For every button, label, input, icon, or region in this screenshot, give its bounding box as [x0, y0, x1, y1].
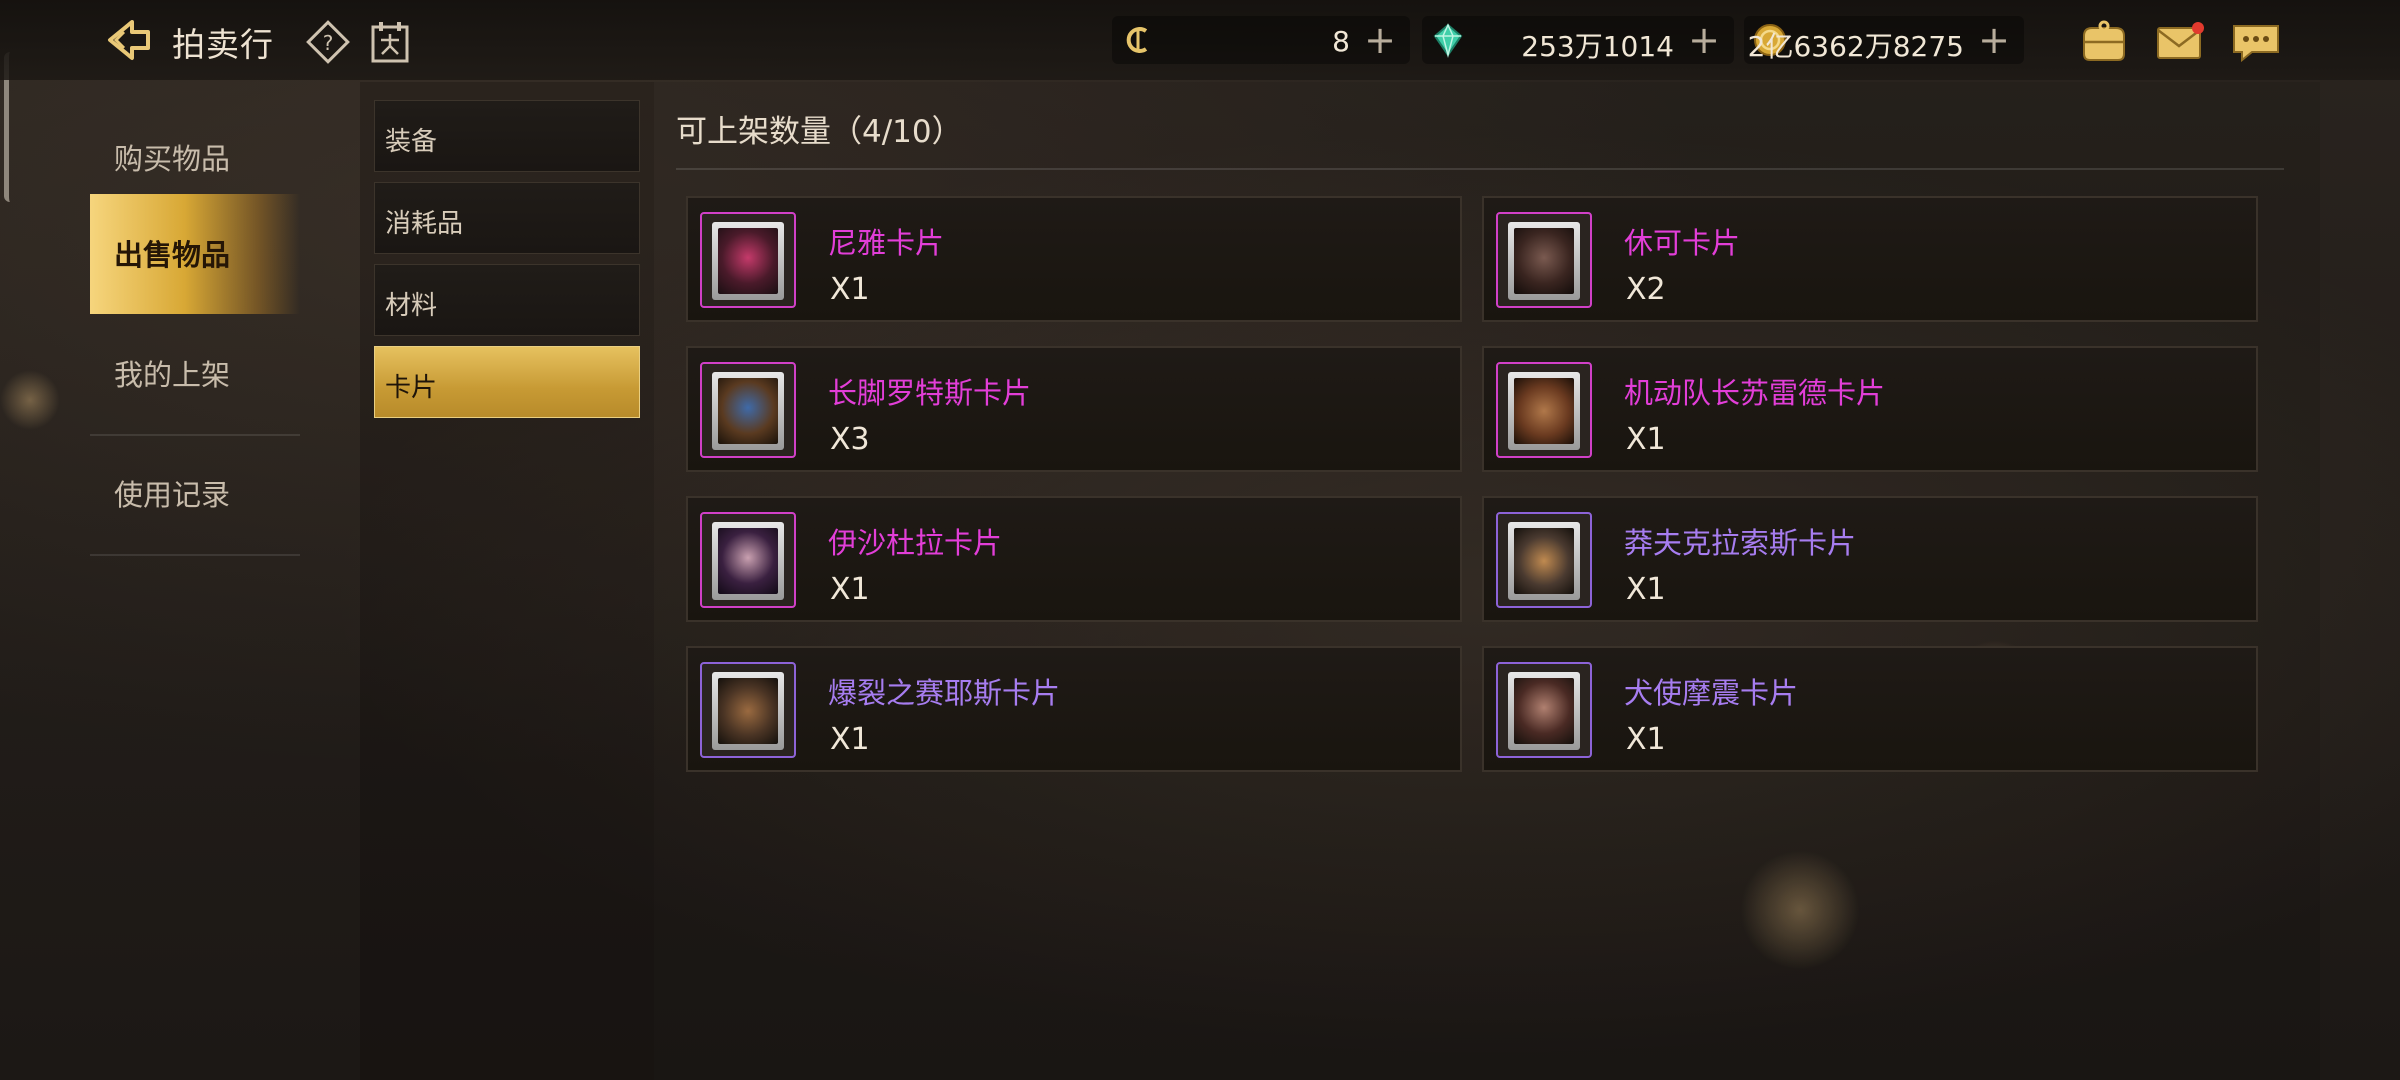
wallet-button[interactable] [2078, 20, 2130, 64]
card-name: 犬使摩震卡片 [1624, 676, 1799, 710]
card-thumbnail [700, 512, 796, 608]
diamond-value: 253万1014 [1521, 30, 1674, 63]
card-name: 莽夫克拉索斯卡片 [1624, 526, 1857, 560]
card-thumbnail [1496, 362, 1592, 458]
category-cards[interactable]: 卡片 [374, 346, 640, 418]
calendar-icon [371, 22, 409, 63]
coupon-add-button[interactable]: + [1364, 18, 1396, 62]
coupon-value: 8 [1332, 25, 1350, 58]
menu-item-label: 出售物品 [114, 238, 231, 272]
menu-usage-records[interactable]: 使用记录 [90, 434, 300, 554]
card-quantity: X1 [830, 272, 870, 307]
page-title: 拍卖行 [172, 25, 274, 64]
help-button[interactable]: ? [306, 20, 350, 64]
card-quantity: X1 [1626, 722, 1666, 757]
card-name: 伊沙杜拉卡片 [828, 526, 1003, 560]
diamond-icon [1430, 22, 1466, 58]
menu-sell-items[interactable]: 出售物品 [90, 194, 300, 314]
card-thumbnail [1496, 212, 1592, 308]
svg-text:?: ? [323, 31, 334, 55]
diamond-resource: 253万1014 + [1422, 16, 1734, 64]
card-portrait [1514, 528, 1574, 594]
top-bar: 拍卖行 ? 8 + 253万1014 + 2亿6362万8275 + [0, 0, 2400, 80]
card-item[interactable]: 犬使摩震卡片 X1 [1482, 646, 2258, 772]
calendar-button[interactable] [370, 20, 410, 64]
chat-icon [2233, 25, 2279, 63]
card-quantity: X1 [1626, 422, 1666, 457]
card-name: 尼雅卡片 [828, 226, 945, 260]
mail-button[interactable] [2154, 20, 2206, 64]
category-label: 装备 [385, 127, 438, 157]
back-arrow-icon [108, 20, 150, 60]
diamond-add-button[interactable]: + [1688, 18, 1720, 62]
card-item[interactable]: 机动队长苏雷德卡片 X1 [1482, 346, 2258, 472]
help-icon: ? [306, 20, 350, 64]
card-portrait [1514, 678, 1574, 744]
card-thumbnail [1496, 662, 1592, 758]
card-portrait [718, 228, 778, 294]
menu-my-listings[interactable]: 我的上架 [90, 314, 300, 434]
card-quantity: X1 [830, 722, 870, 757]
gold-add-button[interactable]: + [1978, 18, 2010, 62]
card-portrait [718, 378, 778, 444]
card-item[interactable]: 长脚罗特斯卡片 X3 [686, 346, 1462, 472]
category-materials[interactable]: 材料 [374, 264, 640, 336]
category-column: 装备 消耗品 材料 卡片 [360, 82, 654, 1080]
category-equipment[interactable]: 装备 [374, 100, 640, 172]
card-thumbnail [700, 212, 796, 308]
card-name: 爆裂之赛耶斯卡片 [828, 676, 1061, 710]
card-name: 机动队长苏雷德卡片 [1624, 376, 1886, 410]
card-name: 长脚罗特斯卡片 [828, 376, 1032, 410]
card-item[interactable]: 尼雅卡片 X1 [686, 196, 1462, 322]
category-label: 材料 [385, 291, 438, 321]
card-item[interactable]: 伊沙杜拉卡片 X1 [686, 496, 1462, 622]
mail-icon [2157, 22, 2204, 59]
card-quantity: X2 [1626, 272, 1666, 307]
card-thumbnail [1496, 512, 1592, 608]
category-consumables[interactable]: 消耗品 [374, 182, 640, 254]
card-quantity: X3 [830, 422, 870, 457]
card-thumbnail [700, 362, 796, 458]
card-portrait [1514, 228, 1574, 294]
wallet-icon [2083, 20, 2125, 61]
card-quantity: X1 [830, 572, 870, 607]
card-portrait [718, 528, 778, 594]
category-label: 卡片 [385, 373, 438, 403]
menu-item-label: 我的上架 [114, 358, 231, 392]
gold-value: 2亿6362万8275 [1747, 30, 1964, 63]
card-item[interactable]: 休可卡片 X2 [1482, 196, 2258, 322]
menu-item-label: 使用记录 [114, 478, 231, 512]
bg-glow [0, 370, 60, 430]
gold-resource: 2亿6362万8275 + [1744, 16, 2024, 64]
card-quantity: X1 [1626, 572, 1666, 607]
card-portrait [1514, 378, 1574, 444]
card-portrait [718, 678, 778, 744]
menu-divider [90, 554, 300, 556]
category-label: 消耗品 [385, 209, 464, 239]
back-button[interactable] [102, 16, 154, 64]
card-item[interactable]: 爆裂之赛耶斯卡片 X1 [686, 646, 1462, 772]
card-thumbnail [700, 662, 796, 758]
menu-item-label: 购买物品 [114, 142, 231, 176]
chat-button[interactable] [2230, 20, 2282, 64]
title-divider [676, 168, 2284, 170]
card-item[interactable]: 莽夫克拉索斯卡片 X1 [1482, 496, 2258, 622]
coupon-resource: 8 + [1112, 16, 1410, 64]
listing-capacity-title: 可上架数量（4/10） [676, 114, 963, 150]
coupon-icon [1120, 22, 1156, 58]
card-name: 休可卡片 [1624, 226, 1741, 260]
